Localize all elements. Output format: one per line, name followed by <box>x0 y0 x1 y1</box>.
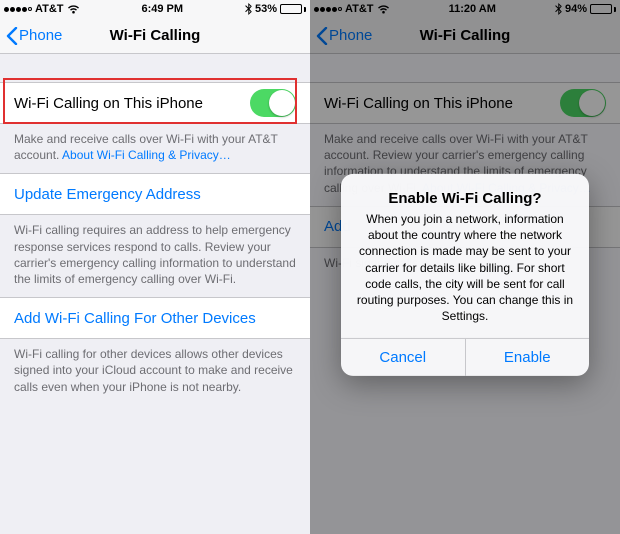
screenshot-right: AT&T 11:20 AM 94% Phone Wi-Fi Calling Wi <box>310 0 620 534</box>
alert-title: Enable Wi-Fi Calling? <box>355 190 575 207</box>
alert-enable-button[interactable]: Enable <box>465 339 590 376</box>
footer-other-devices: Wi-Fi calling for other devices allows o… <box>0 339 310 405</box>
settings-content: Wi-Fi Calling on This iPhone Make and re… <box>0 54 310 405</box>
toggle-label: Wi-Fi Calling on This iPhone <box>14 95 203 112</box>
back-button[interactable]: Phone <box>6 27 62 45</box>
carrier-label: AT&T <box>35 3 64 15</box>
alert-message: When you join a network, information abo… <box>355 211 575 324</box>
chevron-left-icon <box>6 27 18 45</box>
enable-wifi-calling-alert: Enable Wi-Fi Calling? When you join a ne… <box>341 174 589 376</box>
screenshot-left: AT&T 6:49 PM 53% Phone Wi-Fi Calling Wi- <box>0 0 310 534</box>
back-label: Phone <box>19 27 62 44</box>
alert-cancel-button[interactable]: Cancel <box>341 339 465 376</box>
about-privacy-link[interactable]: About Wi-Fi Calling & Privacy… <box>62 148 231 162</box>
wifi-icon <box>67 5 80 14</box>
footer-about: Make and receive calls over Wi-Fi with y… <box>0 124 310 173</box>
group-main-toggle: Wi-Fi Calling on This iPhone <box>0 82 310 124</box>
battery-pct: 53% <box>255 3 277 15</box>
toggle-switch[interactable] <box>250 89 296 117</box>
group-add-other-devices: Add Wi-Fi Calling For Other Devices <box>0 297 310 339</box>
nav-bar: Phone Wi-Fi Calling <box>0 18 310 54</box>
update-emergency-address[interactable]: Update Emergency Address <box>0 174 310 214</box>
battery-icon <box>280 4 306 14</box>
signal-dots-icon <box>4 7 32 12</box>
group-update-address: Update Emergency Address <box>0 173 310 215</box>
wifi-calling-toggle-row[interactable]: Wi-Fi Calling on This iPhone <box>0 83 310 123</box>
status-bar: AT&T 6:49 PM 53% <box>0 0 310 18</box>
status-time: 6:49 PM <box>141 3 183 15</box>
bluetooth-icon <box>245 3 252 15</box>
add-wifi-calling-other-devices[interactable]: Add Wi-Fi Calling For Other Devices <box>0 298 310 338</box>
footer-emergency: Wi-Fi calling requires an address to hel… <box>0 215 310 297</box>
